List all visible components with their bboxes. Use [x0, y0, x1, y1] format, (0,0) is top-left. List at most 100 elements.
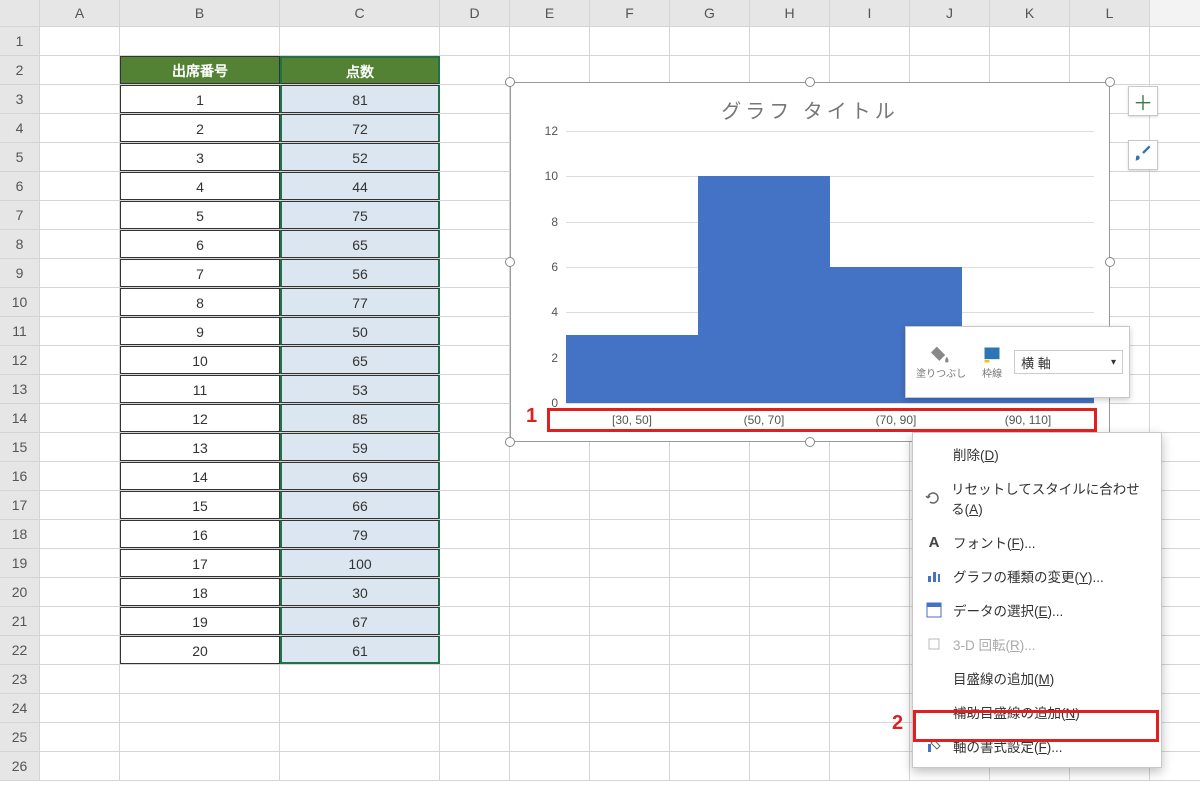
cell-B3[interactable]: 1 — [120, 85, 280, 113]
cell-F20[interactable] — [590, 578, 670, 606]
cell-D1[interactable] — [440, 27, 510, 55]
cell-E24[interactable] — [510, 694, 590, 722]
outline-button[interactable]: 枠線 — [976, 343, 1008, 382]
cell-I23[interactable] — [830, 665, 910, 693]
cell-D25[interactable] — [440, 723, 510, 751]
cell-A3[interactable] — [40, 85, 120, 113]
context-menu-item[interactable]: 目盛線の追加(M) — [913, 661, 1161, 695]
cell-D13[interactable] — [440, 375, 510, 403]
cell-H20[interactable] — [750, 578, 830, 606]
context-menu-item[interactable]: グラフの種類の変更(Y)... — [913, 559, 1161, 593]
cell-C16[interactable]: 69 — [280, 462, 440, 490]
cell-G21[interactable] — [670, 607, 750, 635]
cell-C8[interactable]: 65 — [280, 230, 440, 258]
cell-A15[interactable] — [40, 433, 120, 461]
row-header-24[interactable]: 24 — [0, 694, 40, 722]
row-header-23[interactable]: 23 — [0, 665, 40, 693]
cell-A20[interactable] — [40, 578, 120, 606]
cell-H1[interactable] — [750, 27, 830, 55]
cell-A11[interactable] — [40, 317, 120, 345]
cell-I1[interactable] — [830, 27, 910, 55]
cell-B8[interactable]: 6 — [120, 230, 280, 258]
cell-G16[interactable] — [670, 462, 750, 490]
cell-K2[interactable] — [990, 56, 1070, 84]
cell-B16[interactable]: 14 — [120, 462, 280, 490]
cell-F24[interactable] — [590, 694, 670, 722]
cell-F25[interactable] — [590, 723, 670, 751]
cell-H21[interactable] — [750, 607, 830, 635]
cell-I17[interactable] — [830, 491, 910, 519]
cell-G23[interactable] — [670, 665, 750, 693]
row-header-21[interactable]: 21 — [0, 607, 40, 635]
row-header-5[interactable]: 5 — [0, 143, 40, 171]
cell-B9[interactable]: 7 — [120, 259, 280, 287]
cell-B22[interactable]: 20 — [120, 636, 280, 664]
cell-A1[interactable] — [40, 27, 120, 55]
cell-D10[interactable] — [440, 288, 510, 316]
col-header-H[interactable]: H — [750, 0, 830, 26]
cell-B12[interactable]: 10 — [120, 346, 280, 374]
cell-B20[interactable]: 18 — [120, 578, 280, 606]
cell-G17[interactable] — [670, 491, 750, 519]
row-header-2[interactable]: 2 — [0, 56, 40, 84]
context-menu-item[interactable]: Aフォント(F)... — [913, 525, 1161, 559]
cell-D20[interactable] — [440, 578, 510, 606]
cell-B11[interactable]: 9 — [120, 317, 280, 345]
cell-D11[interactable] — [440, 317, 510, 345]
row-header-19[interactable]: 19 — [0, 549, 40, 577]
cell-C23[interactable] — [280, 665, 440, 693]
cell-D3[interactable] — [440, 85, 510, 113]
cell-C26[interactable] — [280, 752, 440, 780]
row-header-13[interactable]: 13 — [0, 375, 40, 403]
cell-F18[interactable] — [590, 520, 670, 548]
cell-C25[interactable] — [280, 723, 440, 751]
cell-A18[interactable] — [40, 520, 120, 548]
chart-elements-button[interactable]: ＋ — [1128, 86, 1158, 116]
resize-handle-nw[interactable] — [505, 77, 515, 87]
cell-B13[interactable]: 11 — [120, 375, 280, 403]
cell-D4[interactable] — [440, 114, 510, 142]
cell-C9[interactable]: 56 — [280, 259, 440, 287]
histogram-bar[interactable] — [566, 335, 698, 403]
cell-G19[interactable] — [670, 549, 750, 577]
fill-button[interactable]: 塗りつぶし — [912, 343, 970, 382]
cell-A10[interactable] — [40, 288, 120, 316]
cell-F23[interactable] — [590, 665, 670, 693]
cell-G26[interactable] — [670, 752, 750, 780]
cell-F17[interactable] — [590, 491, 670, 519]
cell-F26[interactable] — [590, 752, 670, 780]
cell-D23[interactable] — [440, 665, 510, 693]
resize-handle-ne[interactable] — [1105, 77, 1115, 87]
cell-E16[interactable] — [510, 462, 590, 490]
cell-G18[interactable] — [670, 520, 750, 548]
cell-I2[interactable] — [830, 56, 910, 84]
cell-A2[interactable] — [40, 56, 120, 84]
cell-I16[interactable] — [830, 462, 910, 490]
cell-B21[interactable]: 19 — [120, 607, 280, 635]
cell-D19[interactable] — [440, 549, 510, 577]
row-header-6[interactable]: 6 — [0, 172, 40, 200]
cell-G1[interactable] — [670, 27, 750, 55]
row-header-1[interactable]: 1 — [0, 27, 40, 55]
cell-A16[interactable] — [40, 462, 120, 490]
cell-C12[interactable]: 65 — [280, 346, 440, 374]
cell-B17[interactable]: 15 — [120, 491, 280, 519]
cell-J2[interactable] — [910, 56, 990, 84]
cell-F21[interactable] — [590, 607, 670, 635]
col-header-J[interactable]: J — [910, 0, 990, 26]
resize-handle-sw[interactable] — [505, 437, 515, 447]
row-header-22[interactable]: 22 — [0, 636, 40, 664]
cell-C19[interactable]: 100 — [280, 549, 440, 577]
cell-C5[interactable]: 52 — [280, 143, 440, 171]
cell-C22[interactable]: 61 — [280, 636, 440, 664]
cell-E25[interactable] — [510, 723, 590, 751]
axis-selector-dropdown[interactable]: 横 軸 ▾ — [1014, 350, 1123, 374]
cell-F2[interactable] — [590, 56, 670, 84]
row-header-14[interactable]: 14 — [0, 404, 40, 432]
cell-D21[interactable] — [440, 607, 510, 635]
cell-D2[interactable] — [440, 56, 510, 84]
cell-B24[interactable] — [120, 694, 280, 722]
cell-C20[interactable]: 30 — [280, 578, 440, 606]
row-header-20[interactable]: 20 — [0, 578, 40, 606]
cell-G20[interactable] — [670, 578, 750, 606]
